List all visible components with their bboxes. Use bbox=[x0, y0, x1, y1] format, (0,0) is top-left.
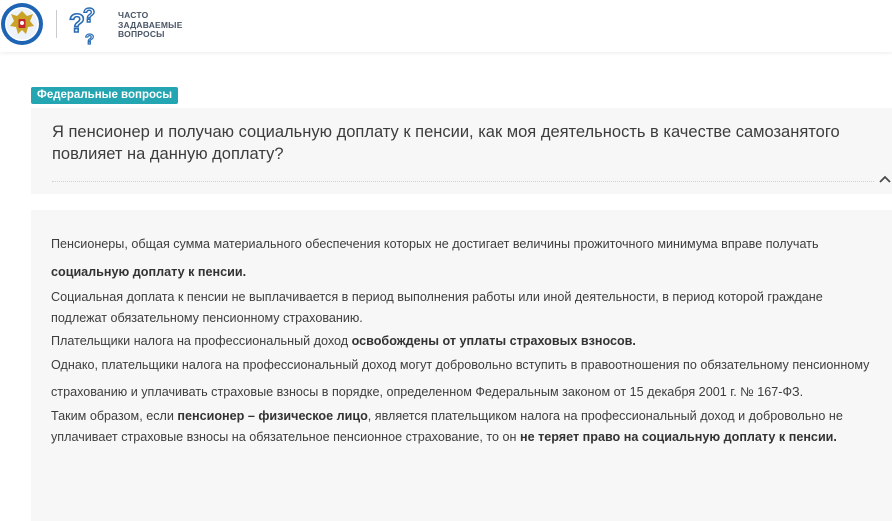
answer-paragraph-2: Социальная доплата к пенсии не выплачива… bbox=[51, 287, 881, 329]
answer-p3-bold: освобождены от уплаты страховых взносов. bbox=[351, 334, 636, 348]
answer-p1-bold: социальную доплату к пенсии. bbox=[51, 265, 247, 279]
svg-text:?: ? bbox=[85, 31, 94, 46]
question-divider bbox=[52, 181, 874, 182]
answer-paragraph-1: Пенсионеры, общая сумма материального об… bbox=[51, 230, 881, 286]
answer-body: Пенсионеры, общая сумма материального об… bbox=[51, 232, 881, 448]
answer-p5-text-1: Таким образом, если bbox=[51, 409, 178, 423]
question-card[interactable]: Я пенсионер и получаю социальную доплату… bbox=[31, 108, 892, 194]
answer-p1-text: Пенсионеры, общая сумма материального об… bbox=[51, 237, 819, 251]
emblem-logo[interactable] bbox=[0, 2, 44, 46]
faq-title-line-3: ВОПРОСЫ bbox=[118, 29, 165, 39]
chevron-up-icon[interactable] bbox=[878, 174, 892, 184]
answer-paragraph-3: Плательщики налога на профессиональный д… bbox=[51, 331, 881, 352]
header-divider bbox=[56, 10, 57, 38]
answer-p5-bold-2: не теряет право на социальную доплату к … bbox=[520, 430, 837, 444]
category-tag[interactable]: Федеральные вопросы bbox=[31, 87, 179, 104]
answer-p4-text: Однако, плательщики налога на профессион… bbox=[51, 358, 870, 399]
answer-paragraph-4: Однако, плательщики налога на профессион… bbox=[51, 352, 881, 406]
answer-paragraph-5: Таким образом, если пенсионер – физическ… bbox=[51, 406, 881, 448]
svg-text:?: ? bbox=[83, 5, 95, 27]
site-header: ? ? ? ЧАСТО ЗАДАВАЕМЫЕ ВОПРОСЫ bbox=[0, 0, 892, 52]
faq-section-title: ЧАСТО ЗАДАВАЕМЫЕ ВОПРОСЫ bbox=[118, 10, 188, 40]
question-text[interactable]: Я пенсионер и получаю социальную доплату… bbox=[52, 121, 872, 165]
answer-p3-text: Плательщики налога на профессиональный д… bbox=[51, 334, 352, 348]
question-marks-icon: ? ? ? bbox=[68, 4, 96, 46]
answer-p5-bold-1: пенсионер – физическое лицо bbox=[177, 409, 368, 423]
answer-p2-text: Социальная доплата к пенсии не выплачива… bbox=[51, 290, 823, 325]
answer-panel: Пенсионеры, общая сумма материального об… bbox=[31, 210, 892, 521]
